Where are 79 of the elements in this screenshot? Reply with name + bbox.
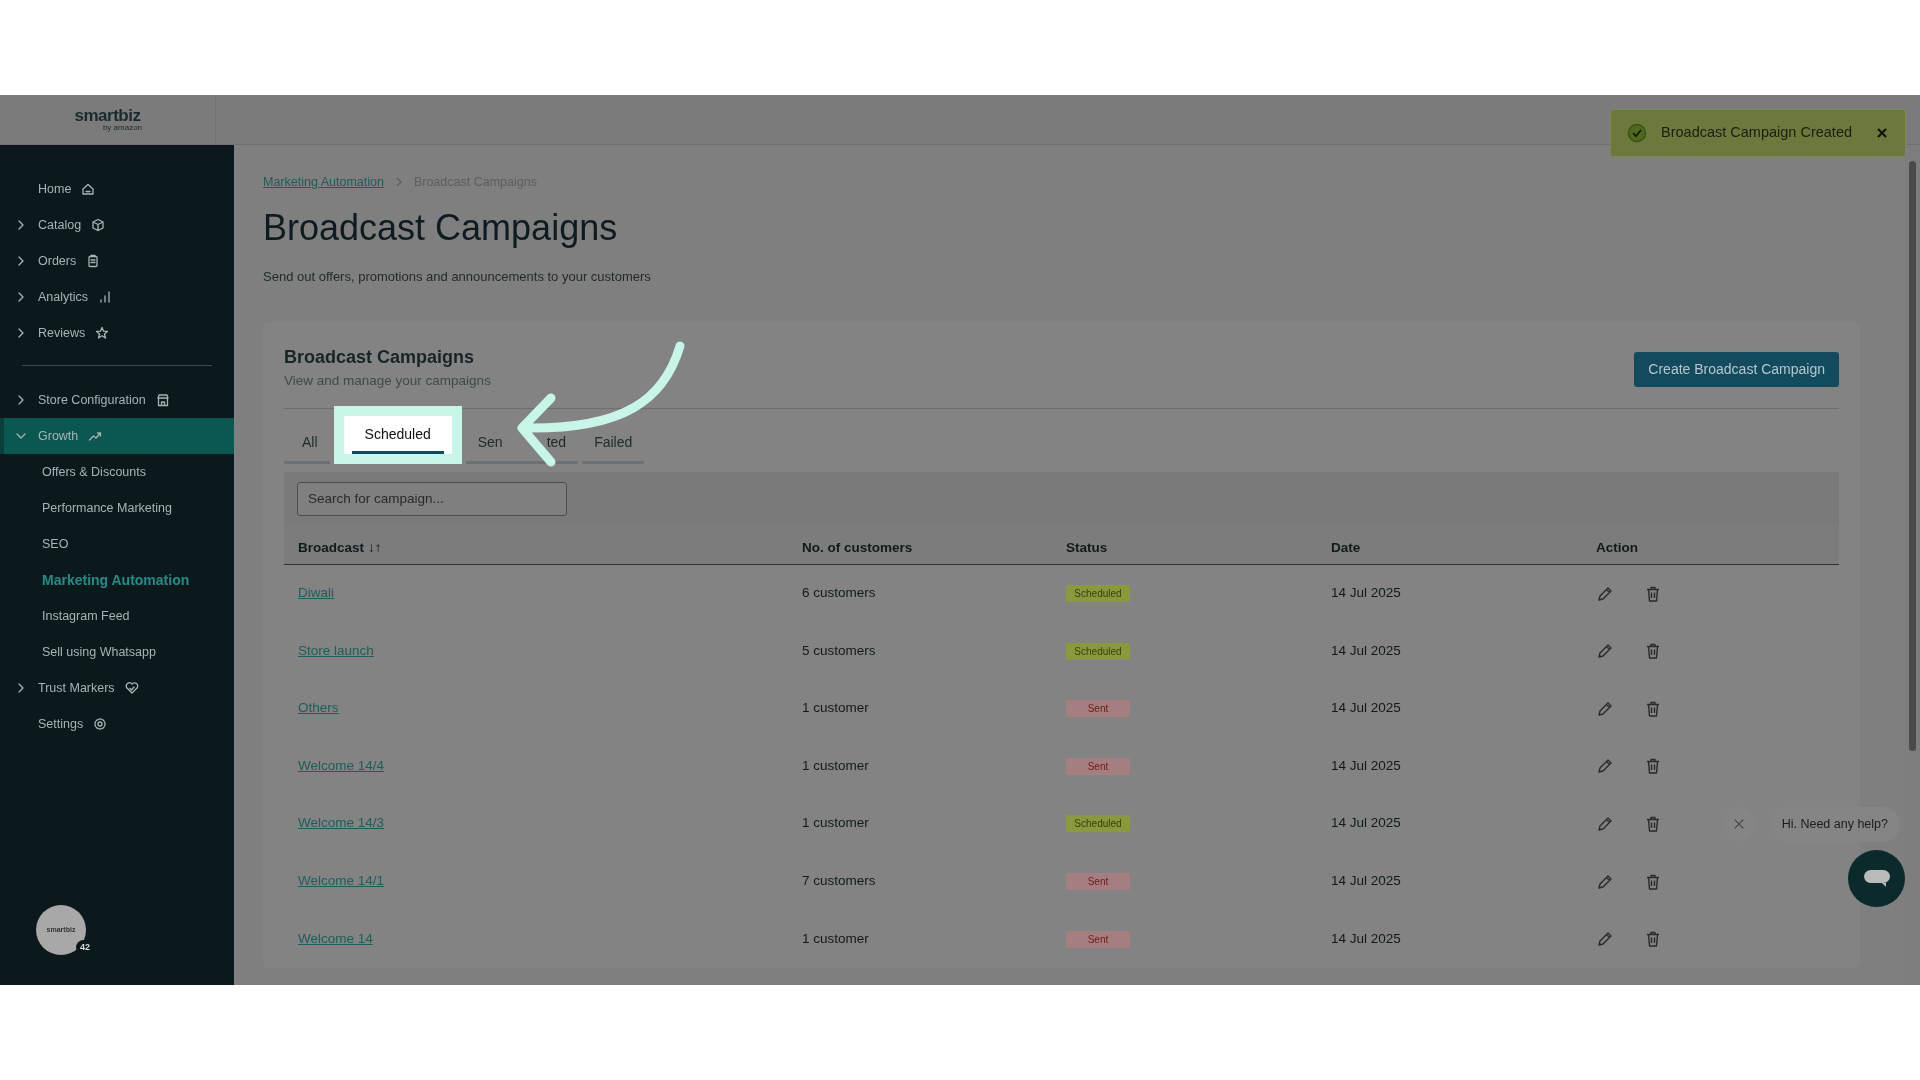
table-cell-text: 14 Jul 2025	[1330, 929, 1402, 948]
card-title: Broadcast Campaigns	[284, 346, 476, 370]
sidebar-item[interactable]: Settings	[0, 706, 234, 742]
card-subtitle: View and manage your campaigns	[284, 372, 491, 391]
status-badge: Sent	[1066, 757, 1130, 775]
table-cell-text: 1 customer	[801, 756, 870, 775]
page-title: Broadcast Campaigns	[263, 205, 619, 249]
status-badge: Scheduled	[1066, 642, 1130, 660]
trash-icon	[1644, 814, 1662, 833]
page-subtitle: Send out offers, promotions and announcements to your customers	[263, 267, 652, 286]
toast-message: Broadcast Campaign Created	[1661, 123, 1853, 142]
pencil-icon	[1596, 757, 1614, 776]
sidebar-subitem[interactable]: Instagram Feed	[0, 598, 234, 634]
sidebar-item[interactable]: Analytics	[0, 279, 234, 315]
status-badge: Sent	[1066, 930, 1130, 948]
table-cell-text: 1 customer	[801, 699, 870, 718]
logo-text: smartbiz	[74, 107, 141, 124]
sidebar-subitem[interactable]: Marketing Automation	[0, 562, 234, 598]
trash-icon	[1644, 930, 1662, 949]
close-icon	[1733, 818, 1745, 830]
sidebar-subitem[interactable]: Offers & Discounts	[0, 454, 234, 490]
column-header[interactable]: Broadcast	[298, 539, 365, 555]
storefront-icon	[155, 393, 170, 407]
sidebar-item[interactable]: Store Configuration	[0, 382, 234, 418]
status-badge: Scheduled	[1066, 815, 1130, 833]
tab[interactable]: All	[284, 421, 330, 464]
trash-icon	[1644, 584, 1662, 603]
clipboard-icon	[86, 254, 101, 268]
sidebar-subitem[interactable]: SEO	[0, 526, 234, 562]
table-cell-text: 14 Jul 2025	[1330, 872, 1402, 891]
star-icon	[95, 326, 110, 340]
bar-chart-icon	[98, 290, 113, 304]
tab[interactable]: Failed	[582, 421, 645, 464]
create-campaign-button[interactable]: Create Broadcast Campaign	[1634, 352, 1839, 388]
heart-icon	[124, 681, 139, 695]
status-badge: Scheduled	[1066, 585, 1130, 603]
status-badge: Sent	[1066, 873, 1130, 891]
close-icon	[1875, 125, 1889, 140]
sort-icon[interactable]: ↓↑	[368, 539, 382, 555]
table-cell-text: 7 customers	[801, 872, 877, 891]
table-cell-text: 1 customer	[801, 929, 870, 948]
check-circle-icon	[1627, 122, 1647, 143]
trash-icon	[1644, 872, 1662, 891]
status-badge: Sent	[1066, 700, 1130, 718]
sidebar-subitem[interactable]: Performance Marketing	[0, 490, 234, 526]
sidebar-item[interactable]: Growth	[0, 418, 234, 454]
trash-icon	[1644, 642, 1662, 661]
sidebar-item[interactable]: Orders	[0, 243, 234, 279]
table-cell-text: 14 Jul 2025	[1330, 814, 1402, 833]
table-cell-text: 14 Jul 2025	[1330, 756, 1402, 775]
trend-up-icon	[88, 429, 103, 443]
table-cell: 14 Jul 2025	[1317, 564, 1582, 623]
column-header: Date	[1317, 525, 1582, 565]
pencil-icon	[1596, 642, 1614, 661]
sidebar-subitem[interactable]: Sell using Whatsapp	[0, 634, 234, 670]
table-cell-text: 14 Jul 2025	[1330, 699, 1402, 718]
sidebar-item[interactable]: Reviews	[0, 315, 234, 351]
table-cell-text: 5 customers	[801, 641, 877, 660]
search-field[interactable]: Search for campaign...	[297, 481, 567, 516]
cube-icon	[91, 218, 106, 232]
pencil-icon	[1596, 930, 1614, 949]
chat-button[interactable]	[1848, 850, 1905, 907]
logo-tagline: by amazon	[102, 124, 143, 132]
close-button[interactable]	[1875, 125, 1889, 140]
column-header: Status	[1052, 525, 1317, 565]
settings-icon	[93, 717, 108, 731]
trash-icon	[1644, 757, 1662, 776]
sidebar-item[interactable]: Trust Markers	[0, 670, 234, 706]
column-header: No. of customers	[788, 525, 1052, 565]
tab[interactable]: Scheduled	[333, 405, 462, 464]
sidebar-item[interactable]: Home	[0, 171, 234, 207]
table-cell-text: 14 Jul 2025	[1330, 641, 1402, 660]
column-header: Action	[1582, 525, 1839, 565]
table-cell-text: 1 customer	[801, 814, 870, 833]
tab[interactable]: Sen ted	[465, 421, 579, 464]
sidebar-item[interactable]: Catalog	[0, 207, 234, 243]
home-icon	[81, 182, 96, 196]
table-cell: 6 customers	[788, 564, 1052, 623]
trash-icon	[1644, 699, 1662, 718]
